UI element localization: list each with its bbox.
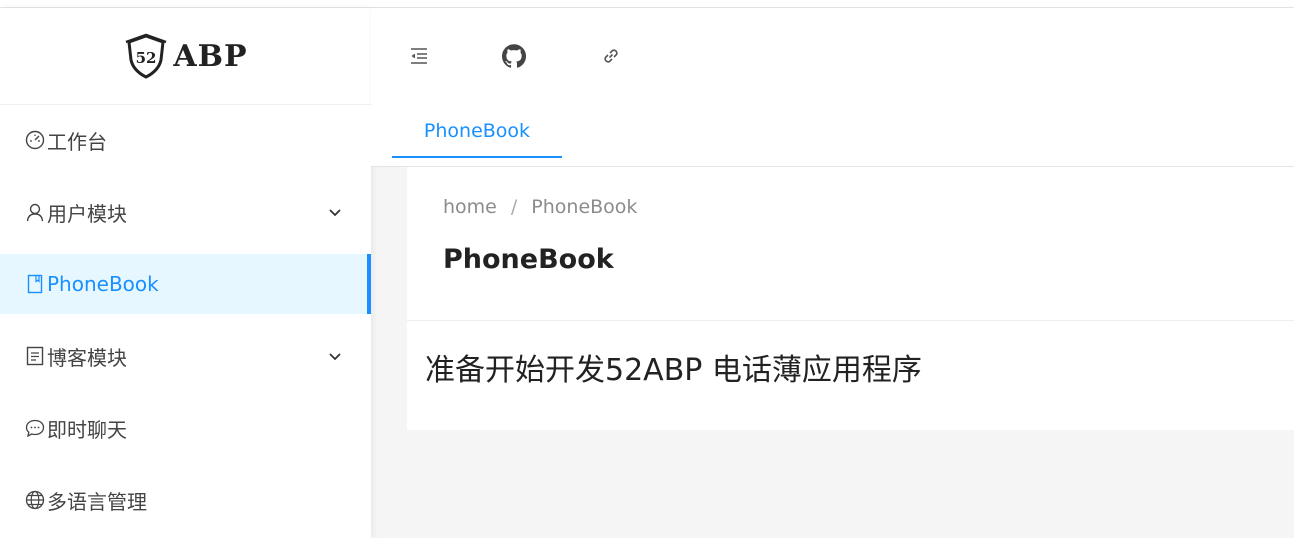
logo[interactable]: 52 ABP: [0, 8, 371, 105]
sidebar-item-i18n[interactable]: 多语言管理: [0, 470, 371, 530]
dashboard-icon: [24, 129, 46, 151]
breadcrumb-current: PhoneBook: [531, 196, 638, 218]
sidebar: 52 ABP 工作台 用户模块 PhoneBook 博客模块 即时聊天 多语言管…: [0, 8, 371, 538]
logo-text: ABP: [173, 38, 248, 74]
chevron-down-icon[interactable]: [327, 348, 343, 364]
tab-bar: PhoneBook: [371, 105, 1294, 167]
sidebar-item-chat[interactable]: 即时聊天: [0, 398, 371, 458]
side-menu: 工作台 用户模块 PhoneBook 博客模块 即时聊天 多语言管理: [0, 110, 371, 530]
book-icon: [24, 273, 46, 295]
sidebar-item-label: 即时聊天: [47, 417, 127, 442]
page-content: home / PhoneBook PhoneBook 准备开始开发52ABP 电…: [407, 167, 1294, 430]
breadcrumb-separator: /: [510, 196, 518, 218]
sidebar-item-label: 博客模块: [47, 345, 127, 370]
sidebar-item-label: 工作台: [47, 129, 107, 154]
link-icon[interactable]: [598, 43, 624, 69]
github-icon[interactable]: [501, 43, 527, 69]
sidebar-item-phonebook[interactable]: PhoneBook: [0, 254, 371, 314]
page-title: PhoneBook: [443, 244, 614, 275]
chevron-down-icon[interactable]: [327, 204, 343, 220]
sidebar-item-dashboard[interactable]: 工作台: [0, 110, 371, 170]
sidebar-item-label: PhoneBook: [47, 272, 159, 296]
chat-icon: [24, 417, 46, 439]
breadcrumb-home-link[interactable]: home: [443, 196, 497, 218]
sidebar-item-blog[interactable]: 博客模块: [0, 326, 371, 386]
shield-logo-icon: 52: [125, 33, 167, 79]
breadcrumb: home / PhoneBook: [443, 196, 637, 218]
content-text: 准备开始开发52ABP 电话薄应用程序: [425, 353, 922, 388]
divider: [407, 320, 1294, 321]
tab-phonebook[interactable]: PhoneBook: [392, 105, 562, 158]
top-header: [371, 8, 1294, 105]
sidebar-item-label: 多语言管理: [47, 489, 147, 514]
sidebar-item-label: 用户模块: [47, 201, 127, 226]
window-top-edge: [0, 0, 1294, 8]
blog-icon: [24, 345, 46, 367]
logo-badge-text: 52: [136, 49, 157, 67]
menu-fold-icon[interactable]: [406, 43, 432, 69]
sidebar-item-users[interactable]: 用户模块: [0, 182, 371, 242]
globe-icon: [24, 489, 46, 511]
user-icon: [24, 201, 46, 223]
